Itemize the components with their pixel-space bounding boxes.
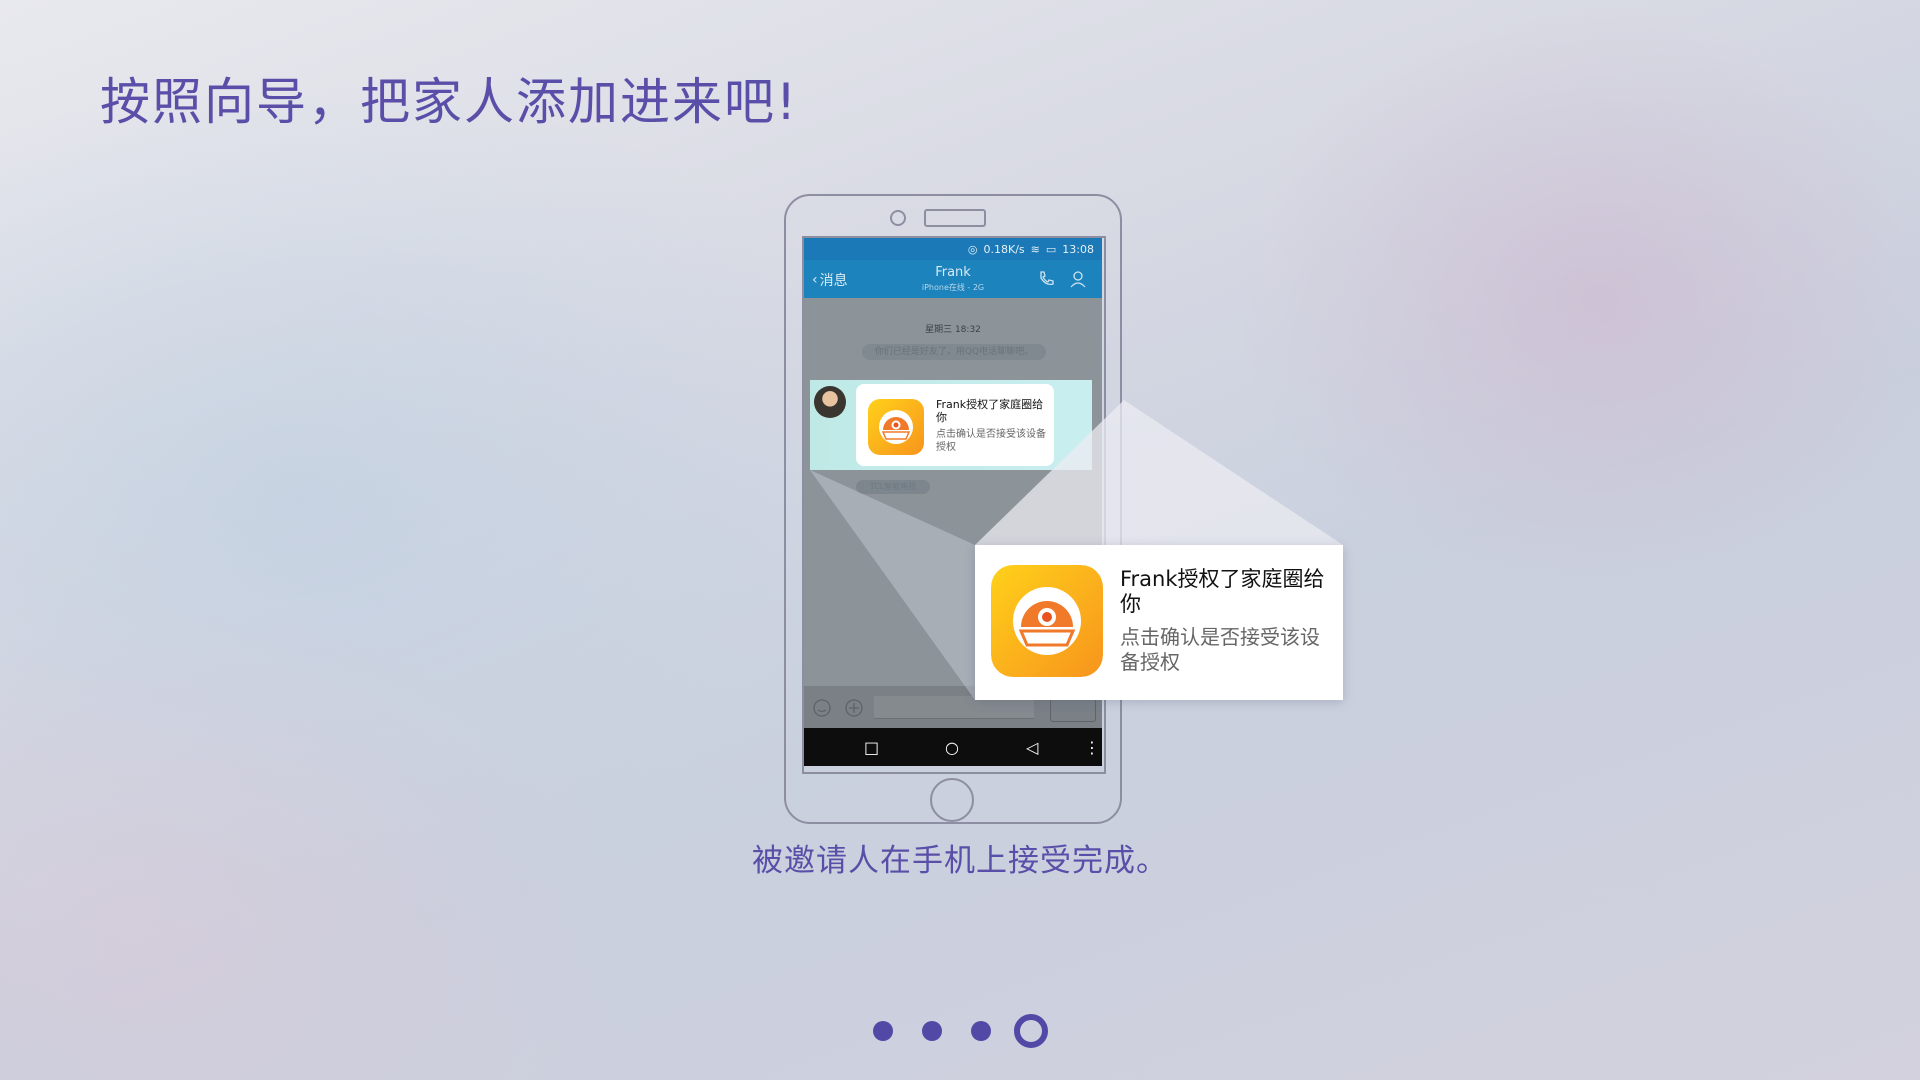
emoji-icon[interactable] <box>812 698 832 718</box>
page-title: 按照向导，把家人添加进来吧! <box>100 73 799 131</box>
callout-title: Frank授权了家庭圈给你 <box>1120 567 1325 616</box>
recents-icon[interactable]: □ <box>864 738 879 757</box>
page-dot-2[interactable] <box>922 1021 942 1041</box>
avatar[interactable] <box>814 386 846 418</box>
more-icon[interactable]: ⋮ <box>1084 738 1100 757</box>
phone-camera <box>890 210 906 226</box>
step-caption: 被邀请人在手机上接受完成。 <box>752 843 1168 879</box>
profile-icon[interactable] <box>1068 269 1088 289</box>
page-dot-1[interactable] <box>873 1021 893 1041</box>
chat-timestamp: 星期三 18:32 <box>925 325 981 335</box>
contact-name: Frank <box>935 265 971 280</box>
phone-call-icon[interactable] <box>1036 269 1056 289</box>
page-dot-4-active[interactable] <box>1014 1014 1048 1048</box>
wifi-icon: ≋ <box>1030 242 1040 256</box>
callout-subtitle: 点击确认是否接受该设备授权 <box>1120 625 1320 674</box>
family-circle-app-icon <box>868 399 924 455</box>
status-bar: ◎ 0.18K/s ≋ ▭ 13:08 <box>804 238 1102 260</box>
message-source: TCL智能电视 <box>856 480 930 494</box>
system-message: 你们已经是好友了，用QQ电话聊聊吧。 <box>862 344 1046 360</box>
message-title: Frank授权了家庭圈给你 <box>936 398 1044 424</box>
family-circle-app-icon-large <box>991 565 1103 677</box>
status-time: 13:08 <box>1062 242 1094 256</box>
message-bubble[interactable]: Frank授权了家庭圈给你 点击确认是否接受该设备授权 <box>856 384 1054 466</box>
contact-status: iPhone在线 - 2G <box>921 283 985 292</box>
battery-icon: ▭ <box>1045 242 1057 256</box>
plus-icon[interactable] <box>844 698 864 718</box>
phone-home-button <box>930 778 974 822</box>
message-callout: Frank授权了家庭圈给你 点击确认是否接受该设备授权 <box>975 545 1343 700</box>
back-triangle-icon[interactable]: ◁ <box>1026 738 1038 757</box>
signal-icon: ◎ <box>967 242 978 256</box>
chat-nav-bar: ‹ 消息 Frank iPhone在线 - 2G <box>804 260 1102 298</box>
page-dot-3[interactable] <box>971 1021 991 1041</box>
message-subtitle: 点击确认是否接受该设备授权 <box>936 429 1046 453</box>
phone-speaker <box>924 209 986 227</box>
network-speed: 0.18K/s <box>983 242 1025 256</box>
home-icon[interactable]: ○ <box>945 738 959 757</box>
page-indicator <box>873 1013 1053 1049</box>
android-nav-bar: □ ○ ◁ ⋮ <box>804 728 1102 766</box>
